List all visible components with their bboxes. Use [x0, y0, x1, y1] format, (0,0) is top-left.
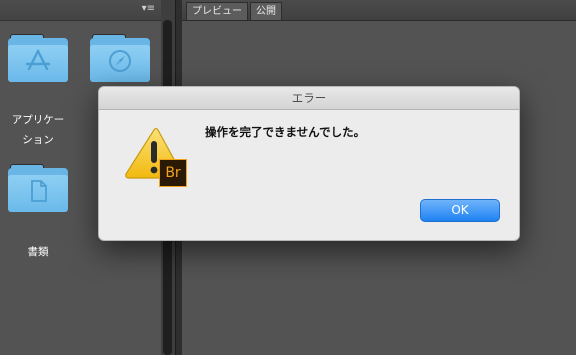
preview-tabbar: プレビュー 公開: [182, 0, 576, 21]
app-store-icon: [8, 48, 68, 79]
folder-label-documents: 書類: [27, 246, 49, 258]
panel-menu-icon[interactable]: ▾≡: [142, 3, 155, 14]
error-dialog: エラー Br 操作を完了できませんでした。 OK: [98, 86, 520, 241]
dialog-titlebar[interactable]: エラー: [99, 87, 519, 110]
tab-publish[interactable]: 公開: [250, 2, 282, 20]
tab-preview[interactable]: プレビュー: [186, 2, 248, 20]
safari-compass-icon: [90, 48, 150, 79]
dialog-title: エラー: [291, 91, 327, 105]
document-icon: [8, 178, 68, 209]
bridge-app-badge: Br: [159, 159, 187, 187]
content-panel-header: ▾≡: [0, 0, 161, 21]
error-message: 操作を完了できませんでした。: [205, 125, 366, 139]
ok-button[interactable]: OK: [420, 199, 500, 222]
documents-folder-icon[interactable]: [8, 164, 68, 212]
applications-folder-icon[interactable]: [8, 34, 68, 82]
safari-folder-icon[interactable]: [90, 34, 150, 82]
warning-triangle-icon: Br: [124, 127, 188, 187]
folder-label-applications: アプリケー ション: [11, 114, 65, 146]
